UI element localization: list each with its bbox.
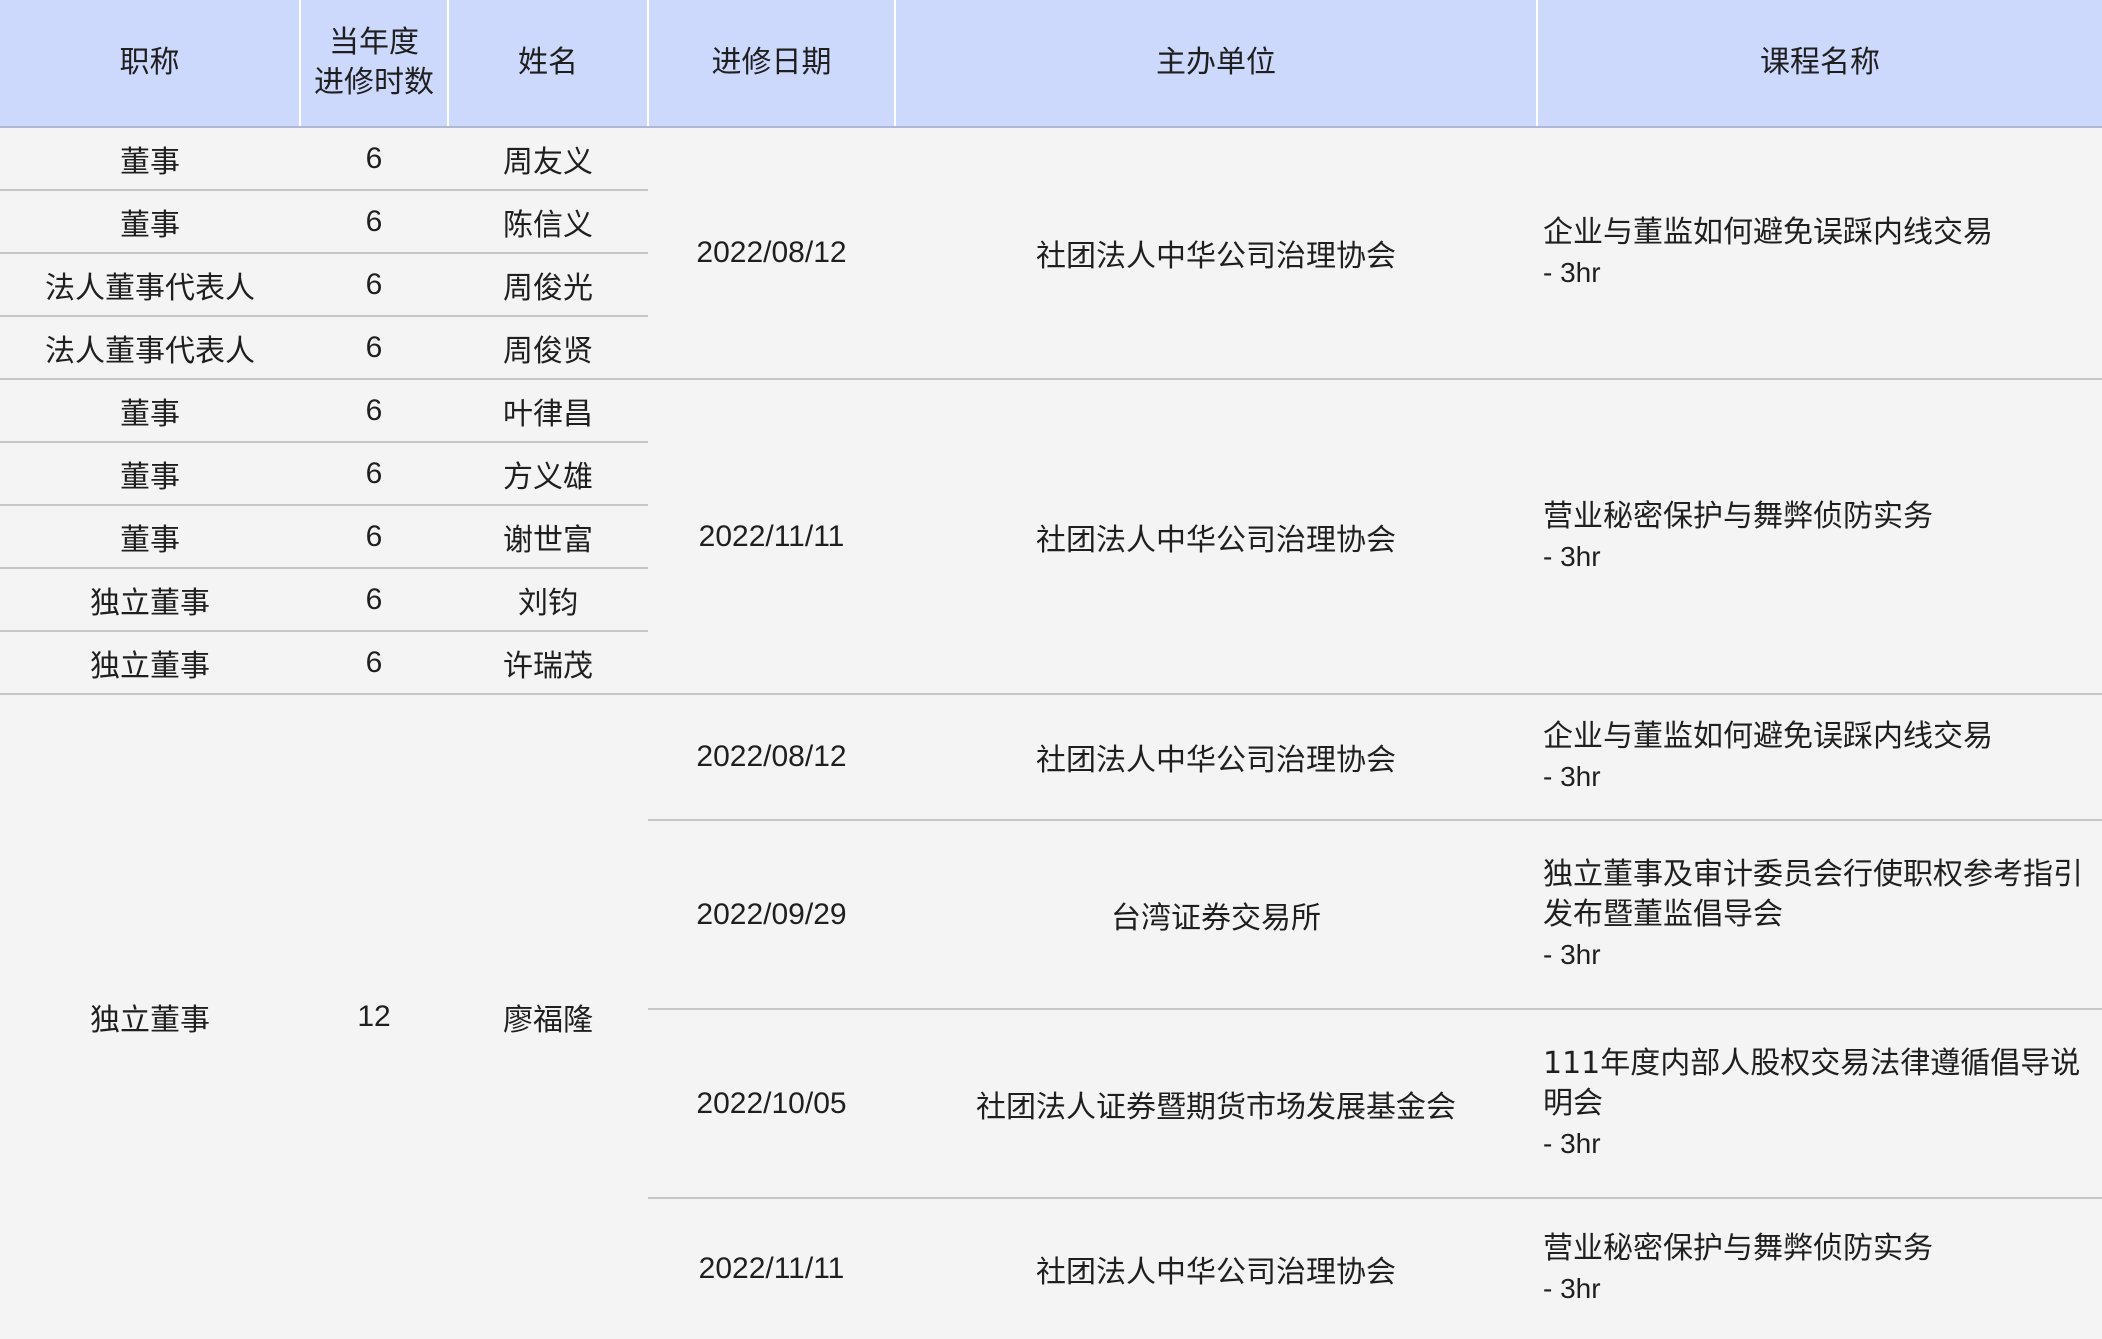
date-cell: 2022/10/05	[648, 1009, 895, 1199]
table-row: 董事 6 周友义 2022/08/12 社团法人中华公司治理协会 企业与董监如何…	[0, 127, 2102, 380]
organizer-cell: 社团法人中华公司治理协会	[895, 694, 1537, 821]
course-cell: 企业与董监如何避免误踩内线交易 - 3hr	[1537, 694, 2102, 821]
course-hours: - 3hr	[1543, 1127, 1601, 1159]
course-title: 营业秘密保护与舞弊侦防实务	[1543, 498, 1933, 534]
course-title: 营业秘密保护与舞弊侦防实务	[1543, 1231, 1933, 1266]
course-hours: - 3hr	[1543, 938, 1601, 970]
table-row: 董事 6 叶律昌 2022/11/11 社团法人中华公司治理协会 营业秘密保护与…	[0, 379, 2102, 695]
organizer-cell: 社团法人中华公司治理协会	[895, 1198, 1537, 1339]
hours-cell: 6	[300, 316, 448, 380]
organizer-cell: 社团法人中华公司治理协会	[895, 127, 1537, 380]
course-hours: - 3hr	[1543, 540, 1601, 572]
course-cell: 企业与董监如何避免误踩内线交易 - 3hr	[1537, 127, 2102, 380]
date-cell: 2022/08/12	[648, 694, 895, 821]
hours-cell: 6	[300, 253, 448, 317]
course-cell: 111年度内部人股权交易法律遵循倡导说明会 - 3hr	[1537, 1009, 2102, 1199]
title-cell: 董事	[0, 190, 300, 254]
hours-cell: 6	[300, 568, 448, 632]
title-cell: 法人董事代表人	[0, 253, 300, 317]
course-cell: 营业秘密保护与舞弊侦防实务 - 3hr	[1537, 379, 2102, 695]
header-hours: 当年度 进修时数	[300, 0, 449, 128]
name-cell: 周友义	[448, 127, 648, 191]
header-row: 职称 当年度 进修时数 姓名 进修日期 主办单位 课程名称	[0, 0, 2102, 128]
hours-cell: 6	[300, 505, 448, 569]
organizer-cell: 台湾证券交易所	[895, 820, 1537, 1010]
course-cell: 独立董事及审计委员会行使职权参考指引发布暨董监倡导会 - 3hr	[1537, 820, 2102, 1010]
title-cell: 独立董事	[0, 694, 300, 1339]
name-cell: 廖福隆	[448, 694, 648, 1339]
table-row: 独立董事 12 廖福隆 2022/08/12 社团法人中华公司治理协会 企业与董…	[0, 694, 2102, 1339]
name-cell: 周俊光	[448, 253, 648, 317]
date-cell: 2022/11/11	[648, 379, 895, 695]
title-cell: 法人董事代表人	[0, 316, 300, 380]
course-title: 独立董事及审计委员会行使职权参考指引发布暨董监倡导会	[1543, 856, 2083, 932]
header-date: 进修日期	[648, 0, 896, 128]
header-organizer: 主办单位	[895, 0, 1538, 128]
title-cell: 董事	[0, 127, 300, 191]
title-cell: 董事	[0, 505, 300, 569]
course-title: 企业与董监如何避免误踩内线交易	[1543, 215, 1993, 250]
title-cell: 独立董事	[0, 568, 300, 632]
hours-cell: 6	[300, 442, 448, 506]
header-name: 姓名	[448, 0, 649, 128]
header-hours-line1: 当年度	[329, 25, 419, 60]
header-course: 课程名称	[1537, 0, 2102, 128]
hours-cell: 6	[300, 379, 448, 443]
title-cell: 董事	[0, 379, 300, 443]
course-hours: - 3hr	[1543, 257, 1601, 288]
course-title: 111年度内部人股权交易法律遵循倡导说明会	[1543, 1045, 2081, 1121]
organizer-cell: 社团法人证券暨期货市场发展基金会	[895, 1009, 1537, 1199]
name-cell: 方义雄	[448, 442, 648, 506]
course-cell: 营业秘密保护与舞弊侦防实务 - 3hr	[1537, 1198, 2102, 1339]
hours-cell: 6	[300, 190, 448, 254]
header-hours-line2: 进修时数	[314, 65, 434, 100]
title-cell: 董事	[0, 442, 300, 506]
hours-cell: 12	[300, 694, 448, 1339]
header-title: 职称	[0, 0, 301, 128]
course-title: 企业与董监如何避免误踩内线交易	[1543, 719, 1993, 754]
organizer-cell: 社团法人中华公司治理协会	[895, 379, 1537, 695]
name-cell: 许瑞茂	[448, 631, 648, 695]
date-cell: 2022/11/11	[648, 1198, 895, 1339]
name-cell: 陈信义	[448, 190, 648, 254]
hours-cell: 6	[300, 127, 448, 191]
date-cell: 2022/08/12	[648, 127, 895, 380]
title-cell: 独立董事	[0, 631, 300, 695]
name-cell: 谢世富	[448, 505, 648, 569]
course-hours: - 3hr	[1543, 761, 1601, 792]
name-cell: 刘钧	[448, 568, 648, 632]
course-hours: - 3hr	[1543, 1273, 1601, 1304]
name-cell: 周俊贤	[448, 316, 648, 380]
date-cell: 2022/09/29	[648, 820, 895, 1010]
hours-cell: 6	[300, 631, 448, 695]
name-cell: 叶律昌	[448, 379, 648, 443]
training-table: 职称 当年度 进修时数 姓名 进修日期 主办单位 课程名称 董事 6 周友义 2…	[0, 0, 2102, 1339]
